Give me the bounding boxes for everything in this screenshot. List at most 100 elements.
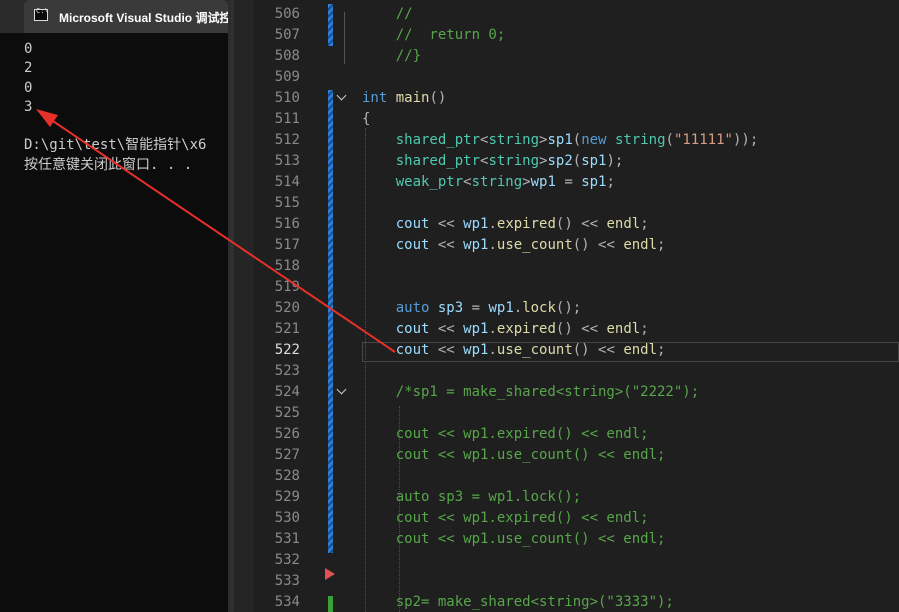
line-number: 508 — [274, 48, 300, 64]
fold-chevron-icon[interactable] — [336, 386, 348, 398]
console-app-icon: C:\ — [34, 7, 49, 21]
code-line[interactable]: 525 — [228, 404, 899, 425]
code-text: cout << wp1.use_count() << endl; — [362, 531, 666, 547]
console-app-icon-text: C:\ — [36, 7, 49, 15]
code-line[interactable]: 520 auto sp3 = wp1.lock(); — [228, 299, 899, 320]
line-number: 527 — [274, 447, 300, 463]
code-token: //} — [362, 48, 422, 64]
code-token: () << — [572, 237, 624, 253]
code-text: cout << wp1.expired() << endl; — [362, 426, 649, 442]
line-number: 533 — [274, 573, 300, 589]
code-text: auto sp3 = wp1.lock(); — [362, 489, 581, 505]
line-number: 522 — [274, 342, 300, 358]
code-line[interactable]: 528 — [228, 467, 899, 488]
code-line[interactable]: 532 — [228, 551, 899, 572]
code-token: shared_ptr — [362, 153, 481, 169]
line-number: 506 — [274, 6, 300, 22]
code-token: endl — [606, 321, 641, 337]
code-token: . — [488, 342, 497, 358]
code-token: ; — [640, 216, 649, 232]
code-token: ; — [606, 174, 615, 190]
code-editor[interactable]: 506 //507 // return 0; 508 //} 509 510 int m… — [228, 0, 899, 612]
code-line[interactable]: 514 weak_ptr<string>wp1 = sp1; — [228, 173, 899, 194]
line-number: 520 — [274, 300, 300, 316]
line-number: 518 — [274, 258, 300, 274]
code-token: ( — [665, 132, 674, 148]
line-number: 526 — [274, 426, 300, 442]
console-window[interactable]: C:\ Microsoft Visual Studio 调试控 0 2 0 3 D:\g… — [0, 0, 228, 612]
line-number: 534 — [274, 594, 300, 610]
line-number: 532 — [274, 552, 300, 568]
code-token: endl — [623, 237, 658, 253]
code-text: cout << wp1.use_count() << endl; — [362, 342, 666, 358]
code-line[interactable]: 510 int main() — [228, 89, 899, 110]
code-text: int main() — [362, 90, 446, 106]
code-token: auto sp3 = wp1.lock(); — [362, 489, 582, 505]
code-text: auto sp3 = wp1.lock(); — [362, 300, 582, 316]
code-line[interactable]: 516 cout << wp1.expired() << endl; — [228, 215, 899, 236]
code-line[interactable]: 522 cout << wp1.use_count() << endl; — [228, 341, 899, 362]
code-token: . — [513, 300, 523, 316]
line-number: 529 — [274, 489, 300, 505]
code-token: > — [522, 174, 531, 190]
code-token: wp1 — [488, 300, 514, 316]
console-output-line: 0 — [24, 79, 33, 96]
code-token: wp1 — [463, 237, 489, 253]
code-token: string — [471, 174, 523, 190]
code-token: ; — [657, 237, 666, 253]
console-tab[interactable]: C:\ Microsoft Visual Studio 调试控 — [24, 0, 228, 33]
code-token: // — [362, 6, 413, 22]
code-line[interactable]: 509 — [228, 68, 899, 89]
code-token: << — [429, 342, 464, 358]
code-token: wp1 — [530, 174, 556, 190]
line-number: 512 — [274, 132, 300, 148]
code-text: // — [362, 6, 413, 22]
line-number: 525 — [274, 405, 300, 421]
code-line[interactable]: 526 cout << wp1.expired() << endl; — [228, 425, 899, 446]
code-line[interactable]: 517 cout << wp1.use_count() << endl; — [228, 236, 899, 257]
code-line[interactable]: 530 cout << wp1.expired() << endl; — [228, 509, 899, 530]
code-line[interactable]: 533 — [228, 572, 899, 593]
code-token: cout — [362, 237, 430, 253]
line-number: 509 — [274, 69, 300, 85]
code-line[interactable]: 512 shared_ptr<string>sp1(new string("11… — [228, 131, 899, 152]
code-token: ( — [572, 153, 582, 169]
code-token: string — [488, 132, 540, 148]
code-token: { — [362, 111, 371, 127]
code-line[interactable]: 511 { — [228, 110, 899, 131]
console-title: Microsoft Visual Studio 调试控 — [59, 11, 228, 25]
code-line[interactable]: 515 — [228, 194, 899, 215]
code-token: sp3 — [437, 300, 464, 316]
code-line[interactable]: 523 — [228, 362, 899, 383]
fold-chevron-icon[interactable] — [336, 92, 348, 104]
code-token: endl — [606, 216, 641, 232]
code-line[interactable]: 519 — [228, 278, 899, 299]
code-line[interactable]: 508 //} — [228, 47, 899, 68]
code-token: wp1 — [463, 216, 489, 232]
code-token: sp1 — [581, 174, 607, 190]
console-titlebar[interactable]: C:\ Microsoft Visual Studio 调试控 — [0, 0, 228, 33]
code-line[interactable]: 507 // return 0; — [228, 26, 899, 47]
code-token: )); — [732, 132, 759, 148]
code-token: wp1 — [463, 321, 489, 337]
line-number: 528 — [274, 468, 300, 484]
line-number: 524 — [274, 384, 300, 400]
line-number: 513 — [274, 153, 300, 169]
line-number: 521 — [274, 321, 300, 337]
line-number: 510 — [274, 90, 300, 106]
code-line[interactable]: 521 cout << wp1.expired() << endl; — [228, 320, 899, 341]
code-line[interactable]: 506 // — [228, 5, 899, 26]
console-output-line: 0 — [24, 41, 33, 57]
code-token: (); — [555, 300, 582, 316]
code-line[interactable]: 513 shared_ptr<string>sp2(sp1); — [228, 152, 899, 173]
code-line[interactable]: 524 /*sp1 = make_shared<string>("2222"); — [228, 383, 899, 404]
code-text: // return 0; — [362, 27, 506, 43]
code-line[interactable]: 527 cout << wp1.use_count() << endl; — [228, 446, 899, 467]
console-output[interactable]: 0 2 0 3 D:\git\test\智能指针\x6 按任意键关闭此窗口. . . — [24, 40, 206, 175]
code-line[interactable]: 531 cout << wp1.use_count() << endl; — [228, 530, 899, 551]
code-line[interactable]: 518 — [228, 257, 899, 278]
line-number: 519 — [274, 279, 300, 295]
code-line[interactable]: 534 sp2= make_shared<string>("3333"); — [228, 593, 899, 612]
code-line[interactable]: 529 auto sp3 = wp1.lock(); — [228, 488, 899, 509]
